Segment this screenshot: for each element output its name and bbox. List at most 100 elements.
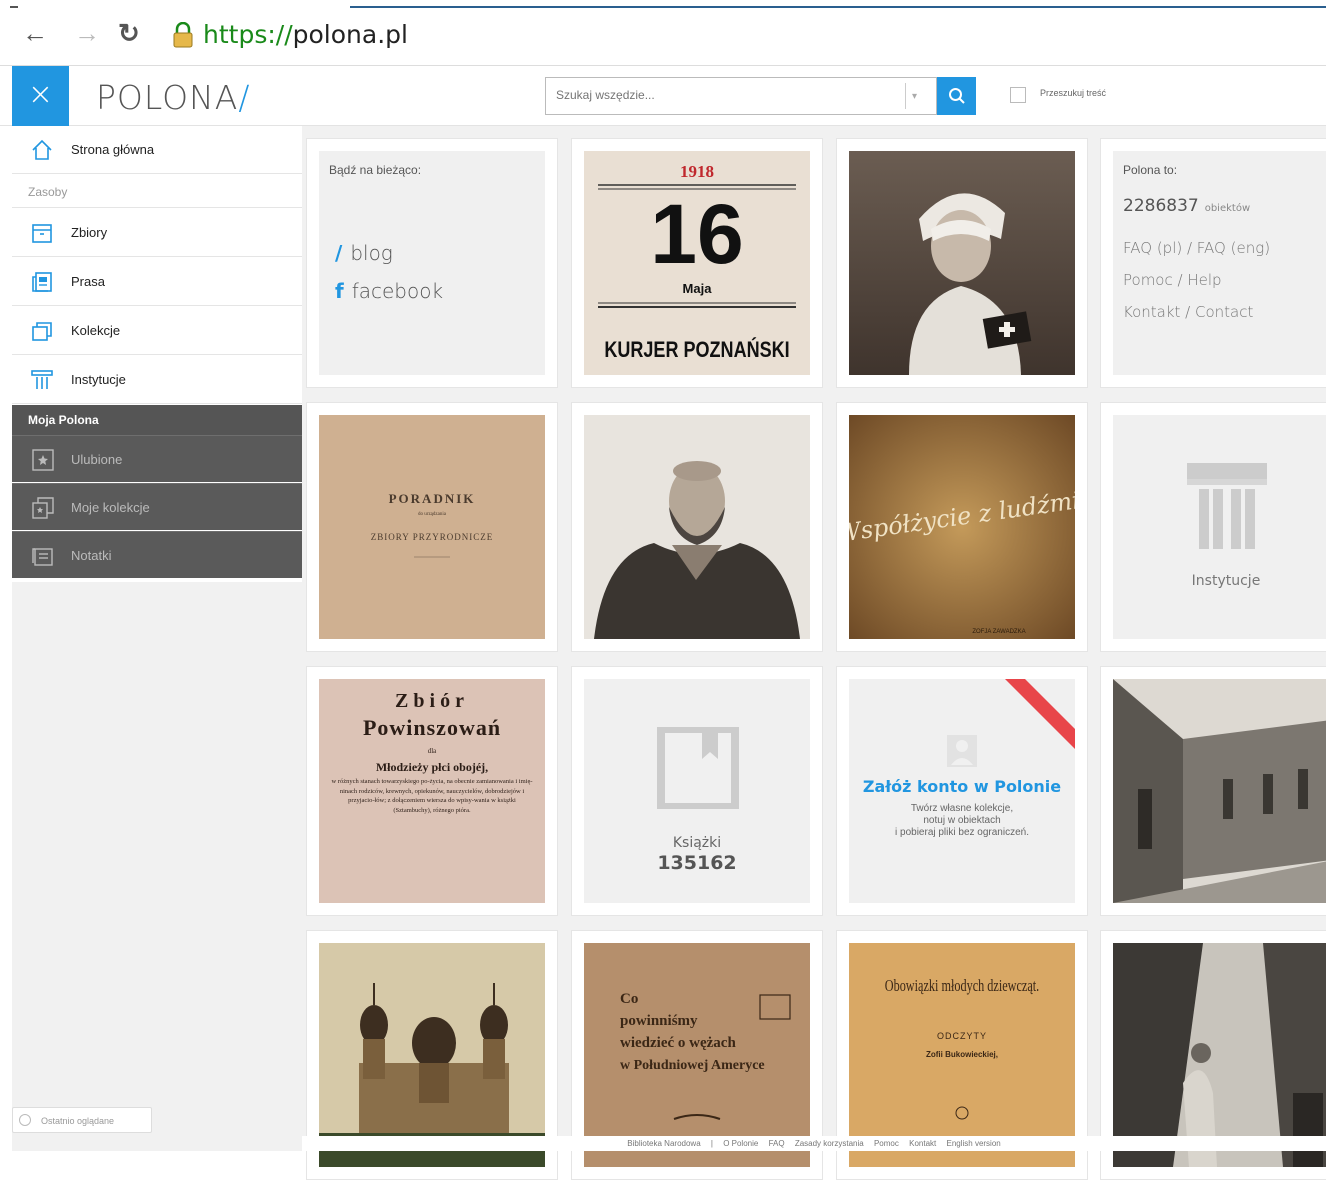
obowiazki-title: Obowiązki młodych dziewcząt. (885, 977, 1039, 995)
moja-polona-label: Moja Polona (28, 413, 99, 427)
weze-line4: w Południowej Ameryce (620, 1058, 765, 1073)
facebook-link[interactable]: f facebook (335, 279, 443, 303)
contact-link[interactable]: Kontakt / Contact (1123, 303, 1253, 321)
tab-indicator (350, 6, 1326, 8)
sidebar-item-label: Prasa (71, 274, 105, 289)
sidebar-section-header: Zasoby (12, 176, 302, 208)
zbior-line3: dla (428, 747, 437, 755)
forward-arrow-icon[interactable]: → (74, 18, 100, 49)
sidebar-item-home[interactable]: Strona główna (12, 126, 302, 174)
logo-text: POLONA (96, 78, 239, 117)
search-input[interactable] (546, 78, 896, 112)
objects-count: 2286837 obiektów (1123, 196, 1250, 216)
collections-icon (32, 322, 52, 341)
logo-slash: / (238, 78, 251, 117)
create-account-desc: Twórz własne kolekcje, notuj w obiektach… (863, 803, 1061, 839)
sidebar-item-label: Notatki (71, 548, 112, 563)
zbior-line2: Powinszowań (363, 715, 501, 740)
section-label: Zasoby (28, 185, 68, 199)
tile-street-photo[interactable] (1100, 666, 1326, 916)
footer-link[interactable]: FAQ (769, 1139, 785, 1148)
url-protocol: https:// (203, 20, 293, 49)
sidebar-item-label: Kolekcje (71, 323, 121, 338)
church-thumbnail (319, 943, 545, 1167)
sidebar-item-prasa[interactable]: Prasa (12, 258, 302, 306)
zbior-line1: Zbiór (395, 690, 469, 712)
poster-day: 16 (650, 187, 743, 281)
tile-zaloz-konto[interactable]: Załóż konto w Polonie Twórz własne kolek… (836, 666, 1088, 916)
zbior-line4: Młodzieży płci obojéj, (376, 760, 488, 774)
back-arrow-icon[interactable]: ← (22, 18, 48, 49)
news-title: Bądź na bieżąco: (329, 163, 422, 177)
footer-link[interactable]: Biblioteka Narodowa (627, 1139, 700, 1148)
sidebar-item-label: Moje kolekcje (71, 500, 150, 515)
recently-viewed-label: Ostatnio oglądane (41, 1116, 115, 1126)
tile-ksiazki[interactable]: Książki 135162 (571, 666, 823, 916)
tile-instytucje[interactable]: Instytucje (1100, 402, 1326, 652)
poradnik-title: PORADNIK (389, 491, 476, 506)
faq-link[interactable]: FAQ (pl) / FAQ (eng) (1123, 239, 1270, 257)
facebook-icon: f (335, 279, 344, 303)
sidebar-item-moje-kolekcje[interactable]: Moje kolekcje (12, 483, 302, 530)
tile-nurse-photo[interactable] (836, 138, 1088, 388)
tab-indicator (10, 6, 18, 8)
polona-logo[interactable]: POLONA/ (96, 78, 250, 117)
sidebar-item-notatki[interactable]: Notatki (12, 531, 302, 578)
search-box (545, 77, 937, 115)
help-link[interactable]: Pomoc / Help (1123, 271, 1222, 289)
create-account-desc-line: notuj w obiektach (923, 815, 1001, 826)
sidebar-item-ulubione[interactable]: Ulubione (12, 435, 302, 482)
url-host: polona.pl (292, 20, 408, 49)
tile-zbior-powinszowan[interactable]: Zbiór Powinszowań dla Młodzieży płci obo… (306, 666, 558, 916)
tile-wspolzycie[interactable]: Współżycie z ludźmi ZOFJA ZAWADZKA (836, 402, 1088, 652)
tile-poradnik[interactable]: PORADNIK do urządzania ZBIORY PRZYRODNIC… (306, 402, 558, 652)
obowiazki-line2: ODCZYTY (937, 1031, 987, 1041)
blog-label: blog (350, 241, 393, 265)
collections-icon (32, 497, 54, 519)
footer-link[interactable]: Zasady korzystania (795, 1139, 864, 1148)
zbior-body: w różnych stanach towarzyskiego po-życia… (331, 778, 533, 814)
fulltext-checkbox[interactable] (1010, 87, 1026, 103)
box-icon (32, 224, 52, 243)
search-separator (905, 83, 906, 109)
corner-ribbon (1005, 679, 1075, 749)
footer-link[interactable]: O Polonie (723, 1139, 758, 1148)
sidebar-item-label: Ulubione (71, 452, 123, 467)
tile-portrait-engraving[interactable] (571, 402, 823, 652)
search-button[interactable] (937, 77, 976, 115)
institution-icon (31, 370, 53, 389)
kurjer-poznanski-thumbnail: 1918 16 Maja KURJER POZNAŃSKI (584, 151, 810, 375)
fulltext-label: Przeszukuj treść (1040, 88, 1107, 98)
app-header: × POLONA/ ▾ Przeszukuj treść (0, 66, 1326, 126)
lock-icon (173, 22, 193, 48)
create-account-desc-line: Twórz własne kolekcje, (910, 803, 1014, 814)
sidebar-item-instytucje[interactable]: Instytucje (12, 356, 302, 404)
close-menu-button[interactable]: × (12, 66, 69, 126)
ksiazki-count: 135162 (657, 852, 737, 874)
create-account-title[interactable]: Załóż konto w Polonie (849, 777, 1075, 796)
portrait-engraving-thumbnail (584, 415, 810, 639)
sidebar-item-kolekcje[interactable]: Kolekcje (12, 307, 302, 355)
weze-line2: powinniśmy (620, 1013, 698, 1029)
institution-icon (1187, 463, 1267, 549)
reload-icon[interactable]: ↻ (118, 18, 140, 49)
illustration-thumbnail (1113, 943, 1326, 1167)
footer-link[interactable]: Pomoc (874, 1139, 899, 1148)
recently-viewed-button[interactable]: Ostatnio oglądane (12, 1107, 152, 1133)
footer-link[interactable]: English version (946, 1139, 1000, 1148)
blog-link[interactable]: / blog (335, 241, 393, 265)
address-bar[interactable]: https://polona.pl (203, 20, 408, 49)
tile-polona-to: Polona to: 2286837 obiektów FAQ (pl) / FA… (1100, 138, 1326, 388)
footer-link[interactable]: Kontakt (909, 1139, 936, 1148)
sidebar: Strona główna Zasoby Zbiory Prasa Kolekc… (12, 126, 302, 1151)
search-scope-dropdown-icon[interactable]: ▾ (912, 91, 917, 102)
sidebar-item-zbiory[interactable]: Zbiory (12, 209, 302, 257)
slash-icon: / (335, 241, 343, 265)
objects-count-unit: obiektów (1204, 203, 1251, 214)
clock-icon (19, 1114, 31, 1126)
tile-kurjer-poznanski[interactable]: 1918 16 Maja KURJER POZNAŃSKI (571, 138, 823, 388)
weze-line1: Co (620, 991, 638, 1007)
nurse-photo-thumbnail (849, 151, 1075, 375)
browser-toolbar: ← → ↻ https://polona.pl (0, 0, 1326, 66)
weze-thumbnail: Co powinniśmy wiedzieć o wężach w Połudn… (584, 943, 810, 1167)
